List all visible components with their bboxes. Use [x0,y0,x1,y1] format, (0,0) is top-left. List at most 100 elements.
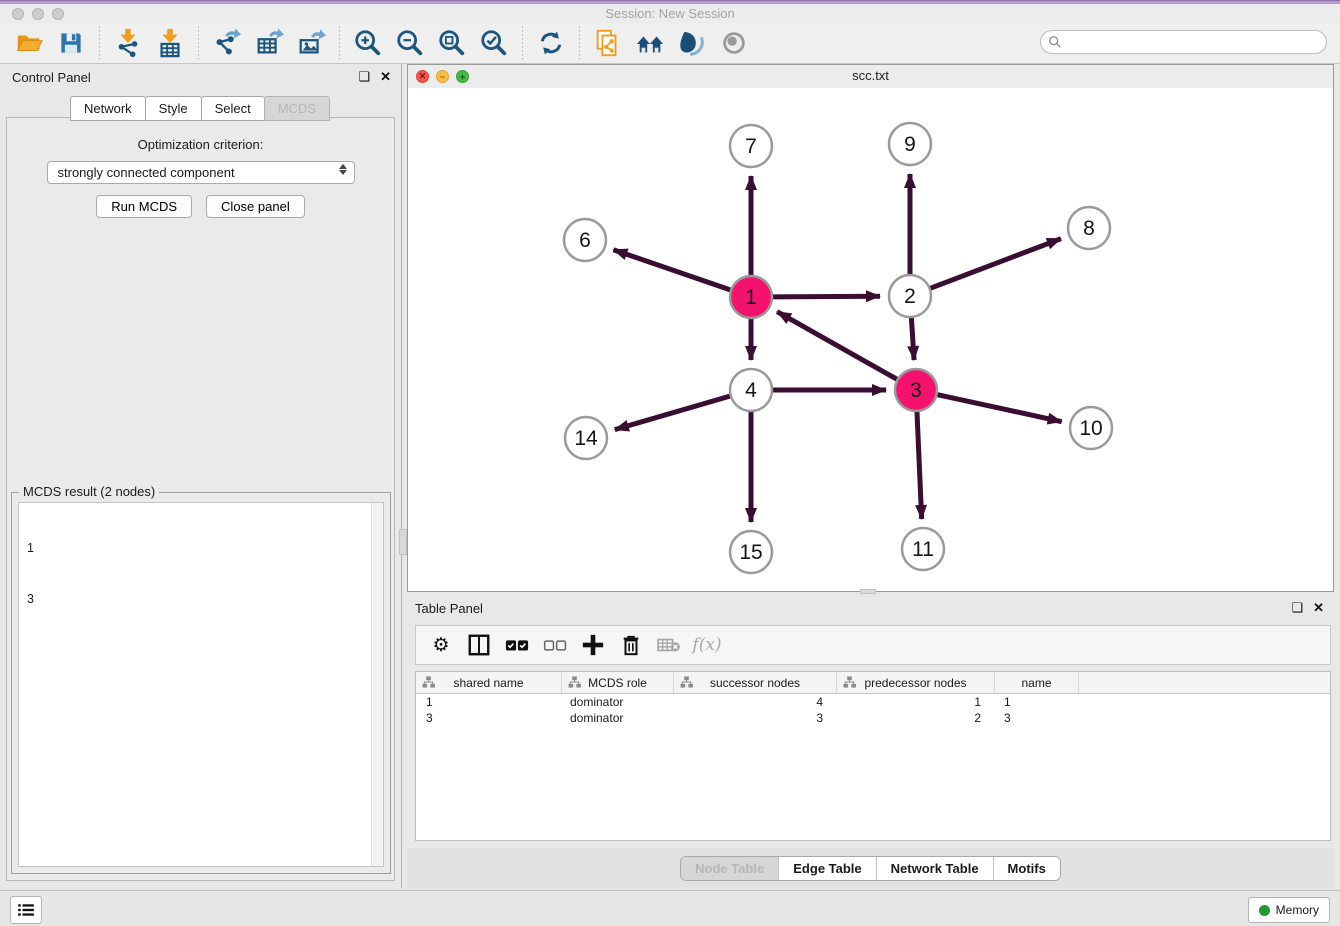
hide-graphics-details-icon[interactable] [717,26,751,60]
show-style-icon[interactable] [675,26,709,60]
graph-node-label-1: 1 [745,286,757,309]
zoom-out-icon[interactable] [393,26,427,60]
table-tab-strip: Node Table Edge Table Network Table Moti… [407,848,1334,888]
export-network-icon[interactable] [210,26,244,60]
function-builder-icon[interactable]: f(x) [692,630,722,660]
cell-shared-name[interactable]: 1 [416,695,562,709]
close-table-panel-icon[interactable] [1313,600,1324,615]
apply-layout-icon[interactable] [534,26,568,60]
network-window-title: scc.txt [408,65,1333,87]
search-input[interactable] [1066,34,1326,50]
graph-edge-4-14[interactable] [615,396,730,429]
mcds-result-area[interactable]: 1 3 [18,502,384,867]
table-row[interactable]: 3 dominator 3 2 3 [416,710,1330,726]
main-toolbar [0,23,1340,64]
graph-edge-2-8[interactable] [931,239,1061,289]
optimization-criterion-select[interactable]: strongly connected component [47,161,355,184]
network-canvas[interactable]: 1234678910111415 [408,88,1333,591]
import-table-icon[interactable] [153,26,187,60]
tab-node-table[interactable]: Node Table [681,857,778,880]
delete-table-icon[interactable] [654,630,684,660]
memory-label: Memory [1276,903,1319,917]
tab-motifs[interactable]: Motifs [993,857,1060,880]
graph-edge-1-2[interactable] [773,296,880,297]
network-graph[interactable]: 1234678910111415 [408,88,1333,591]
delete-column-icon[interactable] [616,630,646,660]
cell-name[interactable]: 3 [995,711,1079,725]
first-neighbors-icon[interactable] [633,26,667,60]
cell-predecessor-nodes[interactable]: 1 [837,695,995,709]
graph-node-label-6: 6 [579,229,591,252]
graph-node-label-8: 8 [1083,217,1095,240]
close-panel-button[interactable]: Close panel [206,195,305,218]
close-panel-icon[interactable] [380,69,391,84]
vertical-splitter-handle[interactable] [399,529,407,555]
toolbar-separator [198,26,199,60]
cell-successor-nodes[interactable]: 3 [674,711,837,725]
memory-status-icon [1259,905,1270,916]
export-image-icon[interactable] [294,26,328,60]
tab-network[interactable]: Network [70,96,146,121]
result-scrollbar[interactable] [371,503,383,866]
network-close-icon[interactable]: ✕ [416,70,429,83]
column-header-mcds-role[interactable]: MCDS role [562,672,674,693]
network-view-window: ✕ − + scc.txt 1234678910111415 [407,64,1334,592]
network-maximize-icon[interactable]: + [456,70,469,83]
column-header-name[interactable]: name [995,672,1079,693]
dropdown-value: strongly connected component [58,165,235,180]
node-table[interactable]: shared name MCDS role successor nodes pr… [415,671,1331,841]
import-network-icon[interactable] [111,26,145,60]
app-title: Session: New Session [0,4,1340,23]
column-header-successor-nodes[interactable]: successor nodes [674,672,837,693]
dropdown-stepper-icon [339,164,347,175]
table-panel-header: Table Panel [407,595,1334,621]
tree-icon [680,676,693,688]
table-row[interactable]: 1 dominator 4 1 1 [416,694,1330,710]
save-session-icon[interactable] [54,26,88,60]
horizontal-splitter-handle[interactable] [860,589,876,594]
cell-mcds-role[interactable]: dominator [562,695,674,709]
open-session-icon[interactable] [12,26,46,60]
float-panel-icon[interactable] [358,69,370,84]
add-column-icon[interactable] [578,630,608,660]
graph-edge-1-6[interactable] [613,250,730,290]
export-table-icon[interactable] [252,26,286,60]
task-history-button[interactable] [10,896,42,924]
cell-predecessor-nodes[interactable]: 2 [837,711,995,725]
cell-shared-name[interactable]: 3 [416,711,562,725]
toolbar-separator [99,26,100,60]
graph-edge-3-11[interactable] [917,412,922,519]
graph-node-label-10: 10 [1079,417,1102,440]
table-panel: Table Panel ⚙ [407,595,1334,888]
select-all-icon[interactable] [502,630,532,660]
split-panel-icon[interactable] [464,630,494,660]
deselect-all-icon[interactable] [540,630,570,660]
mcds-result-groupbox: MCDS result (2 nodes) 1 3 [11,492,391,874]
cell-name[interactable]: 1 [995,695,1079,709]
graph-edge-2-3[interactable] [911,318,914,360]
tab-style[interactable]: Style [145,96,202,121]
control-panel-header: Control Panel [0,64,401,90]
tab-select[interactable]: Select [201,96,265,121]
float-table-panel-icon[interactable] [1291,600,1303,615]
graph-edge-3-10[interactable] [937,395,1061,422]
cell-successor-nodes[interactable]: 4 [674,695,837,709]
network-minimize-icon[interactable]: − [436,70,449,83]
table-settings-icon[interactable]: ⚙ [426,630,456,660]
memory-button[interactable]: Memory [1248,897,1330,923]
tab-mcds[interactable]: MCDS [264,96,330,121]
app-titlebar: Session: New Session [0,4,1340,23]
zoom-in-icon[interactable] [351,26,385,60]
graph-edge-3-1[interactable] [777,312,897,379]
zoom-fit-icon[interactable] [435,26,469,60]
run-mcds-button[interactable]: Run MCDS [96,195,192,218]
tab-edge-table[interactable]: Edge Table [778,857,875,880]
search-box[interactable] [1040,30,1327,54]
mcds-result-line: 3 [27,591,375,608]
column-header-shared-name[interactable]: shared name [416,672,562,693]
tab-network-table[interactable]: Network Table [876,857,993,880]
column-header-predecessor-nodes[interactable]: predecessor nodes [837,672,995,693]
cell-mcds-role[interactable]: dominator [562,711,674,725]
copy-network-icon[interactable] [591,26,625,60]
zoom-selected-icon[interactable] [477,26,511,60]
